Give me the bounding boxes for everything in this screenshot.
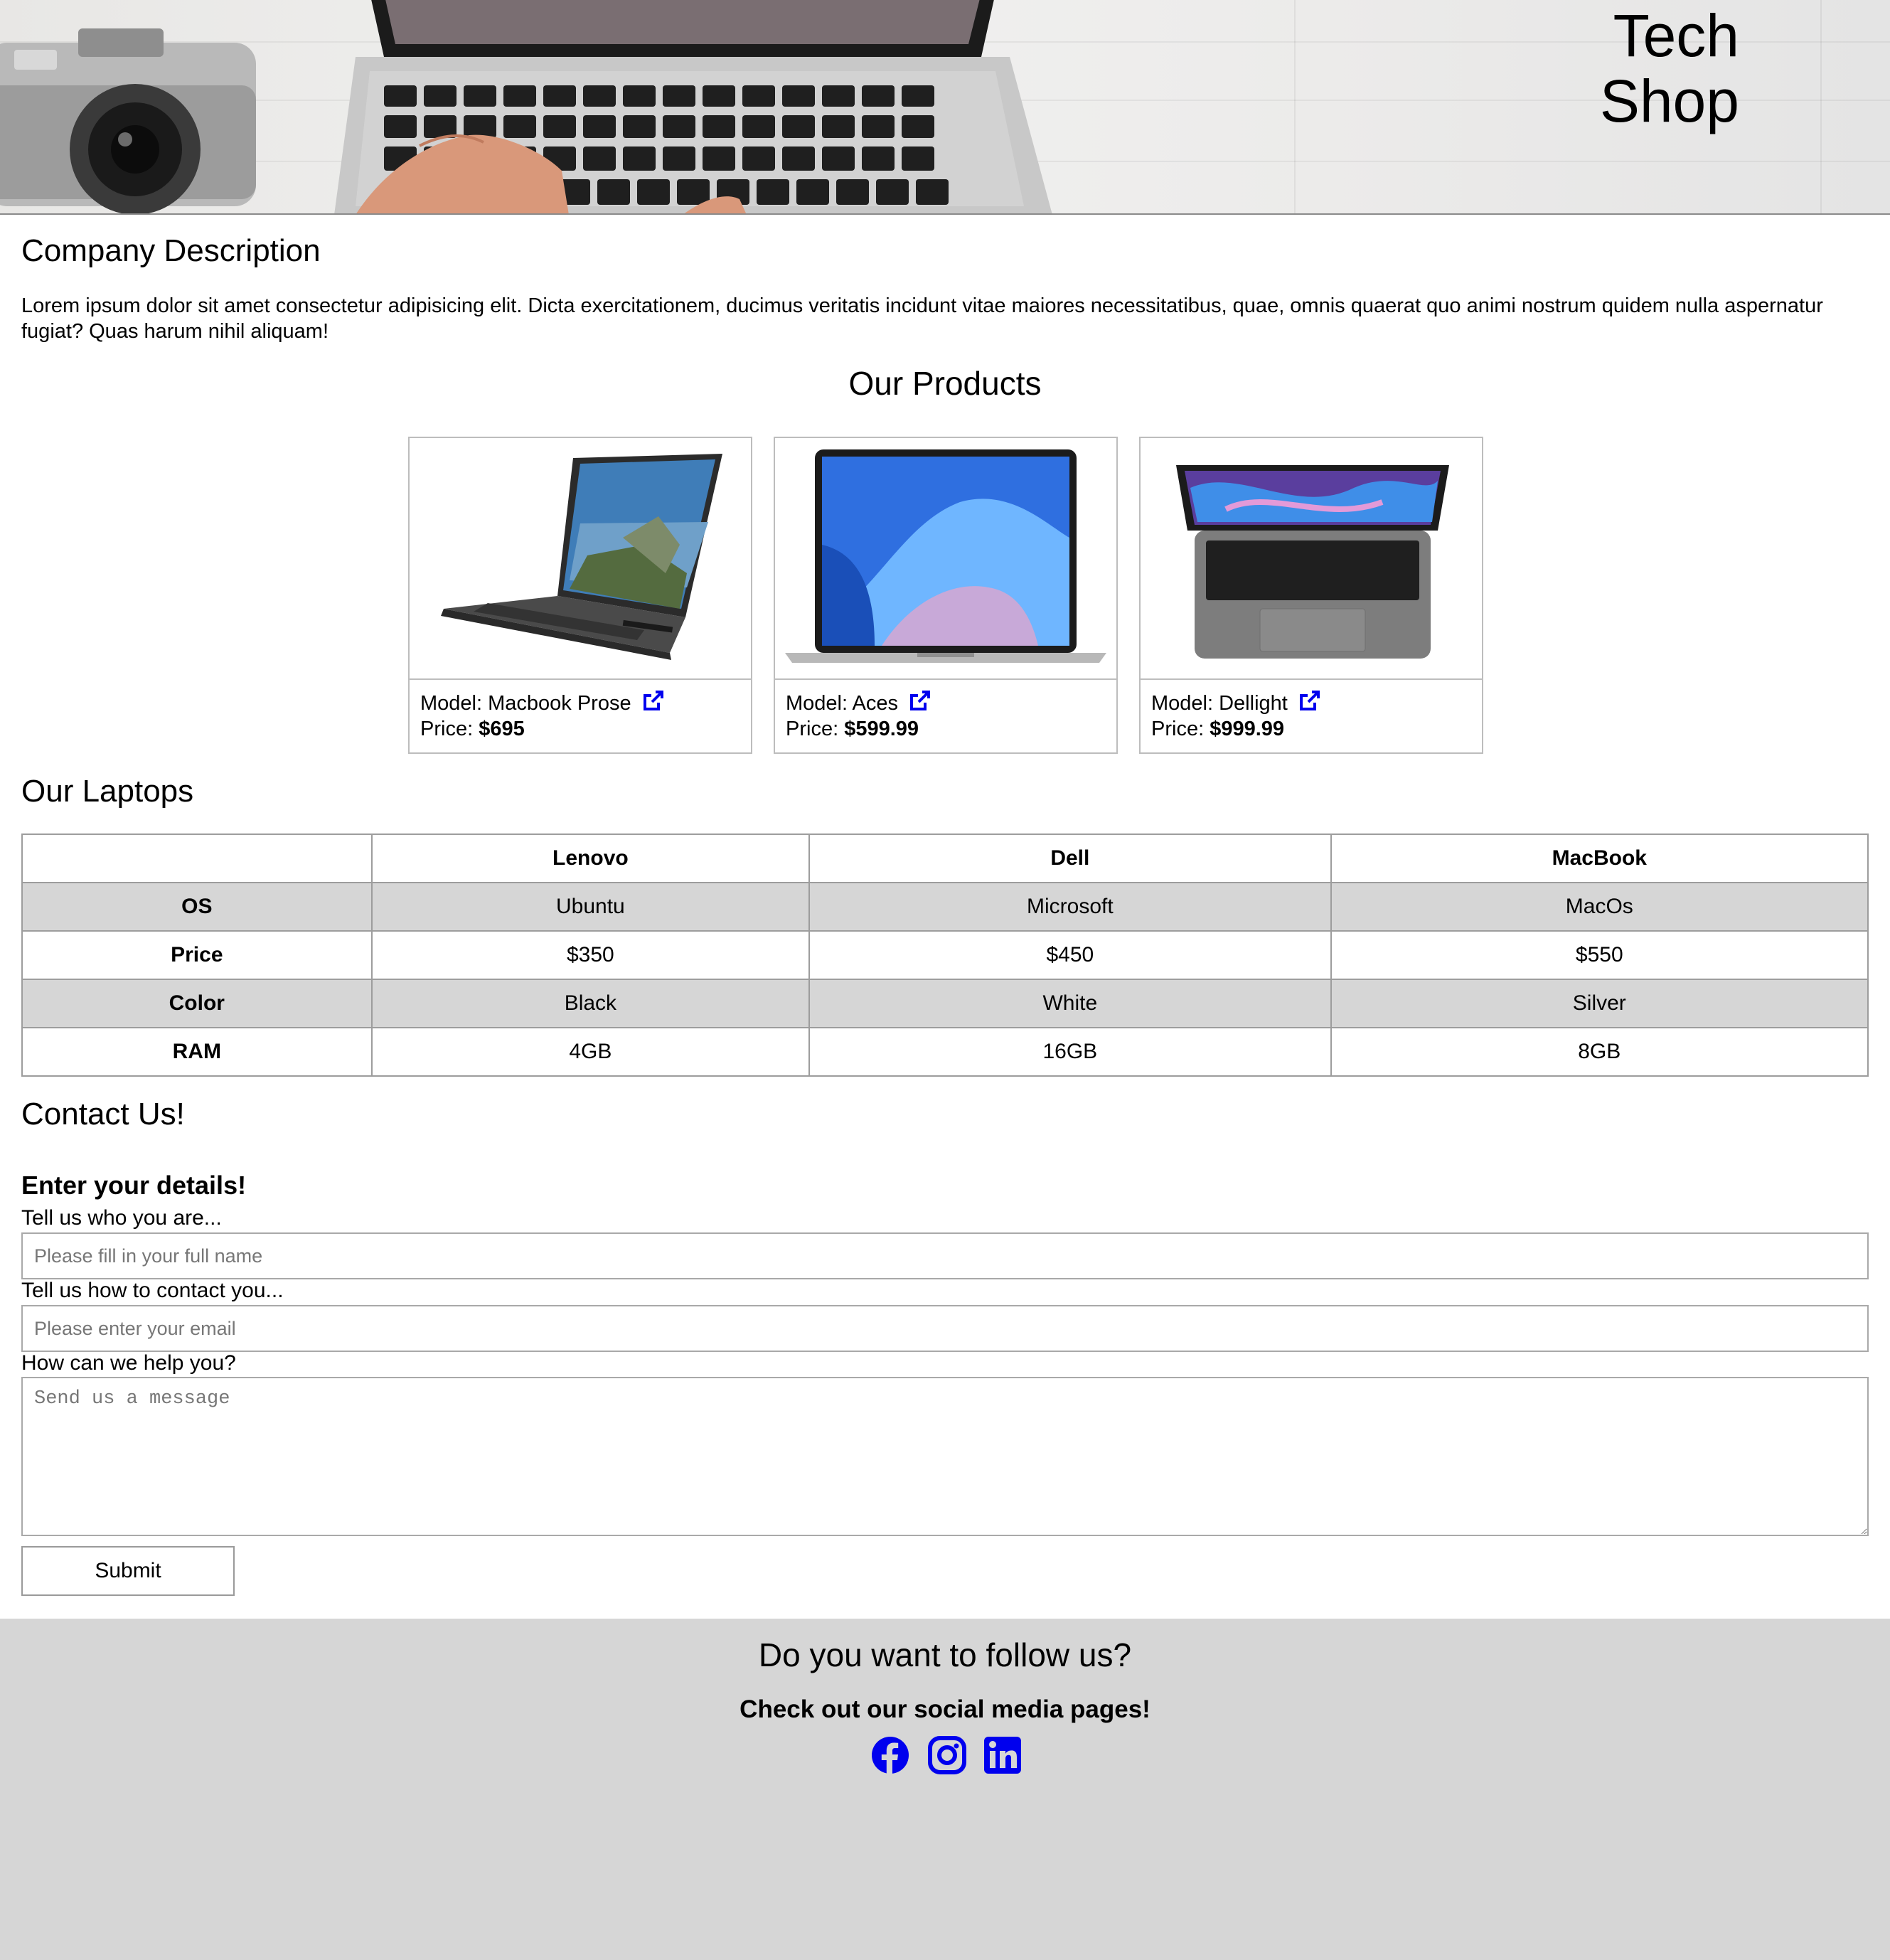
instagram-icon[interactable] (927, 1735, 967, 1775)
hero-banner: Tech Shop (0, 0, 1890, 215)
product-model: Dellight (1219, 692, 1288, 715)
laptops-heading: Our Laptops (21, 774, 194, 809)
table-cell: $450 (808, 930, 1332, 980)
company-heading: Company Description (21, 233, 321, 268)
product-model: Aces (852, 692, 898, 715)
table-header-cell: MacBook (1330, 833, 1869, 883)
facebook-icon[interactable] (870, 1735, 910, 1775)
product-meta: Model: Aces Price: $599.99 (786, 690, 931, 742)
row-label: Color (21, 979, 373, 1028)
row-label: OS (21, 882, 373, 932)
table-cell: Ubuntu (370, 882, 811, 932)
external-link-icon[interactable] (641, 690, 664, 713)
product-card: Model: Aces Price: $599.99 (774, 437, 1118, 754)
email-field[interactable] (21, 1305, 1869, 1352)
camera-illustration (0, 28, 256, 213)
product-card: Model: Dellight Price: $999.99 (1139, 437, 1483, 754)
footer-title: Do you want to follow us? (758, 1636, 1132, 1673)
product-price: $599.99 (844, 718, 919, 740)
row-label: Price (21, 930, 373, 980)
table-cell: Microsoft (808, 882, 1332, 932)
table-cell: $350 (370, 930, 811, 980)
product-image-laptop-hp (410, 438, 751, 680)
linkedin-icon[interactable] (983, 1735, 1023, 1775)
company-description: Lorem ipsum dolor sit amet consectetur a… (21, 294, 1823, 343)
table-row: OS Ubuntu Microsoft MacOs (21, 882, 1869, 932)
table-cell: 8GB (1330, 1027, 1869, 1077)
table-row: Color Black White Silver (21, 979, 1869, 1028)
contact-heading: Contact Us! (21, 1097, 185, 1131)
laptop-illustration (334, 0, 1052, 213)
table-cell: Silver (1330, 979, 1869, 1028)
submit-button[interactable]: Submit (21, 1546, 235, 1596)
table-header-cell (21, 833, 373, 883)
table-row: RAM 4GB 16GB 8GB (21, 1027, 1869, 1077)
table-header-cell: Lenovo (370, 833, 811, 883)
table-header-row: Lenovo Dell MacBook (21, 833, 1869, 883)
table-cell: 16GB (808, 1027, 1332, 1077)
product-image-laptop-macbook-pro (1141, 438, 1482, 680)
name-label: Tell us who you are... (21, 1206, 222, 1230)
table-cell: 4GB (370, 1027, 811, 1077)
products-heading: Our Products (848, 365, 1042, 402)
table-cell: White (808, 979, 1332, 1028)
footer: Do you want to follow us? Check out our … (0, 1619, 1890, 1960)
name-field[interactable] (21, 1232, 1869, 1279)
product-meta: Model: Macbook Prose Price: $695 (420, 690, 664, 742)
table-row: Price $350 $450 $550 (21, 930, 1869, 980)
table-cell: MacOs (1330, 882, 1869, 932)
product-price: $695 (479, 718, 525, 740)
external-link-icon[interactable] (908, 690, 931, 713)
product-card: Model: Macbook Prose Price: $695 (408, 437, 752, 754)
footer-subtitle: Check out our social media pages! (740, 1695, 1150, 1723)
row-label: RAM (21, 1027, 373, 1077)
product-image-laptop-macbook-air (775, 438, 1116, 680)
product-meta: Model: Dellight Price: $999.99 (1151, 690, 1320, 742)
site-title: Tech Shop (1599, 2, 1739, 134)
table-header-cell: Dell (808, 833, 1332, 883)
product-price: $999.99 (1210, 718, 1285, 740)
form-subheading: Enter your details! (21, 1171, 247, 1200)
product-model: Macbook Prose (488, 692, 631, 715)
table-cell: Black (370, 979, 811, 1028)
message-field[interactable] (21, 1377, 1869, 1536)
email-label: Tell us how to contact you... (21, 1279, 284, 1302)
external-link-icon[interactable] (1298, 690, 1320, 713)
table-cell: $550 (1330, 930, 1869, 980)
message-label: How can we help you? (21, 1351, 236, 1375)
laptop-comparison-table: Lenovo Dell MacBook OS Ubuntu Microsoft … (21, 833, 1869, 1077)
